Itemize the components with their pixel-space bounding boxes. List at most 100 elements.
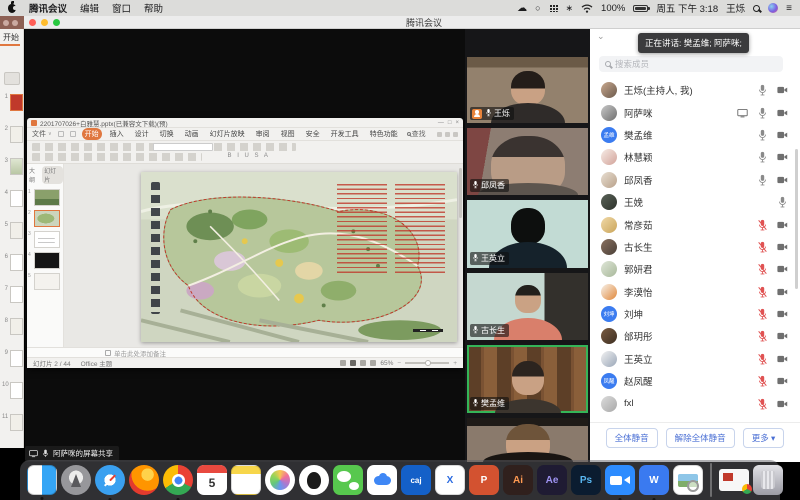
slide-thumbnail[interactable] [10, 382, 23, 399]
participant-row-常彦茹[interactable]: 常彦茹 [590, 213, 796, 235]
menu-item-3[interactable]: 窗口 [112, 1, 131, 15]
maximize-window-button[interactable] [53, 19, 60, 26]
mic-muted-icon[interactable] [752, 286, 772, 298]
ribbon-tab-6[interactable]: 幻灯片放映 [207, 128, 248, 140]
ribbon-tab-1[interactable]: 开始 [82, 128, 102, 140]
dock-icon-calendar[interactable]: 5 [197, 465, 227, 495]
mic-muted-icon[interactable] [752, 330, 772, 342]
wifi-icon[interactable] [581, 4, 593, 13]
participant-row-刘坤[interactable]: 刘坤刘坤 [590, 303, 796, 325]
dock-icon-illustrator[interactable]: Ai [503, 465, 533, 495]
member-search-box[interactable] [599, 56, 783, 72]
siri-icon[interactable] [768, 3, 778, 13]
background-slide-7[interactable]: 7 [0, 283, 23, 315]
camera-icon[interactable] [772, 398, 792, 410]
dock-icon-chrome-window[interactable] [719, 469, 749, 491]
dock-icon-finder[interactable] [27, 465, 57, 495]
ribbon-tab-8[interactable]: 视图 [278, 128, 298, 140]
mic-icon[interactable] [752, 151, 772, 163]
video-tile-partial[interactable] [467, 418, 588, 462]
input-source-icon[interactable] [549, 4, 558, 12]
menu-clock[interactable]: 周五 下午 3:18 [656, 1, 718, 15]
shared-slide-thumbnail-2[interactable]: 2 [27, 208, 63, 229]
participant-row-王娩[interactable]: 王娩 [590, 191, 796, 213]
file-menu[interactable]: 文件∨ [32, 129, 52, 139]
format-buttons[interactable]: B I U S A [228, 153, 270, 159]
video-tile-樊孟维[interactable]: 樊孟维 [467, 345, 588, 413]
camera-icon[interactable] [772, 375, 792, 387]
collapse-panel-chevron-icon[interactable]: ⌄ [597, 31, 605, 42]
camera-icon[interactable] [772, 151, 792, 163]
dock-icon-wechat[interactable] [333, 465, 363, 495]
zoom-slider-knob[interactable] [425, 360, 431, 366]
slide-thumbnail[interactable] [10, 414, 23, 431]
camera-icon[interactable] [772, 263, 792, 275]
search-input[interactable] [615, 59, 765, 69]
notes-bar[interactable]: 单击此处添加备注 [27, 347, 463, 357]
background-slide-4[interactable]: 4 [0, 187, 23, 219]
more-button[interactable]: 更多 ▾ [743, 428, 785, 448]
meeting-window-titlebar[interactable]: 腾讯会议 [24, 16, 800, 29]
view-slideshow-icon[interactable] [370, 360, 376, 366]
mic-muted-icon[interactable] [752, 219, 772, 231]
ribbon-tab-7[interactable]: 审阅 [253, 128, 273, 140]
dock-icon-photoshop[interactable]: Ps [571, 465, 601, 495]
ribbon-tab-11[interactable]: 特色功能 [367, 128, 401, 140]
background-slide-3[interactable]: 3 [0, 155, 23, 187]
mic-muted-icon[interactable] [752, 308, 772, 320]
cloud-icon[interactable]: ☁ [517, 3, 527, 14]
shared-slide-thumbnail-4[interactable]: 4 [27, 250, 63, 271]
background-slide-2[interactable]: 2 [0, 123, 23, 155]
shared-slide-thumbnail-1[interactable]: 1 [27, 187, 63, 208]
dock-icon-preview[interactable] [673, 465, 703, 495]
camera-icon[interactable] [772, 308, 792, 320]
ribbon-tab-3[interactable]: 设计 [132, 128, 152, 140]
close-window-button[interactable] [29, 19, 36, 26]
thumb-image[interactable] [34, 231, 60, 248]
thumb-image[interactable] [34, 273, 60, 290]
view-reading-icon[interactable] [360, 360, 366, 366]
camera-icon[interactable] [772, 241, 792, 253]
camera-icon[interactable] [772, 353, 792, 365]
ribbon-tab-4[interactable]: 切换 [157, 128, 177, 140]
minimize-icon[interactable]: — [438, 120, 444, 126]
dock-icon-tencent-meeting[interactable] [605, 465, 635, 495]
video-tile-王烁[interactable]: 王烁 [467, 57, 588, 123]
menu-item-4[interactable]: 帮助 [144, 1, 163, 15]
mic-icon[interactable] [752, 174, 772, 186]
video-tile-古长生[interactable]: 古长生 [467, 273, 588, 340]
slide-thumbnail[interactable] [10, 158, 23, 175]
minimize-window-button[interactable] [41, 19, 48, 26]
mic-icon[interactable] [752, 107, 772, 119]
dock-icon-photos[interactable] [265, 465, 295, 495]
camera-icon[interactable] [772, 84, 792, 96]
camera-icon[interactable] [772, 219, 792, 231]
dock-icon-launchpad[interactable] [61, 465, 91, 495]
thumb-image[interactable] [34, 252, 60, 269]
menu-item-2[interactable]: 编辑 [80, 1, 99, 15]
zoom-out-button[interactable]: − [397, 360, 401, 367]
mic-muted-icon[interactable] [752, 353, 772, 365]
participant-row-王烁(主持人, 我)[interactable]: 王烁(主持人, 我) [590, 79, 796, 101]
redo-icon[interactable] [70, 131, 76, 137]
camera-icon[interactable] [772, 107, 792, 119]
collapse-ribbon-icon[interactable] [453, 132, 458, 137]
view-slide-sorter-icon[interactable] [350, 360, 356, 366]
background-ribbon-tab[interactable]: 开始 [0, 29, 20, 46]
video-tile-王英立[interactable]: 王英立 [467, 200, 588, 268]
dock-icon-chrome[interactable] [163, 465, 193, 495]
participant-row-樊孟维[interactable]: 孟维樊孟维 [590, 124, 796, 146]
dock-icon-notes[interactable] [231, 465, 261, 495]
slide-thumbnail[interactable] [10, 222, 23, 239]
background-slide-11[interactable]: 11 [0, 411, 23, 443]
participant-row-李漠怡[interactable]: 李漠怡 [590, 281, 796, 303]
zoom-slider[interactable] [405, 362, 449, 364]
menu-item-1[interactable]: 腾讯会议 [29, 1, 67, 15]
mic-icon[interactable] [772, 196, 792, 208]
mic-icon[interactable] [752, 84, 772, 96]
mic-muted-icon[interactable] [752, 241, 772, 253]
slide-thumbnail[interactable] [10, 126, 23, 143]
participant-row-fxl[interactable]: fxl [590, 392, 796, 414]
mic-icon[interactable] [752, 129, 772, 141]
restore-icon[interactable]: □ [448, 120, 452, 126]
